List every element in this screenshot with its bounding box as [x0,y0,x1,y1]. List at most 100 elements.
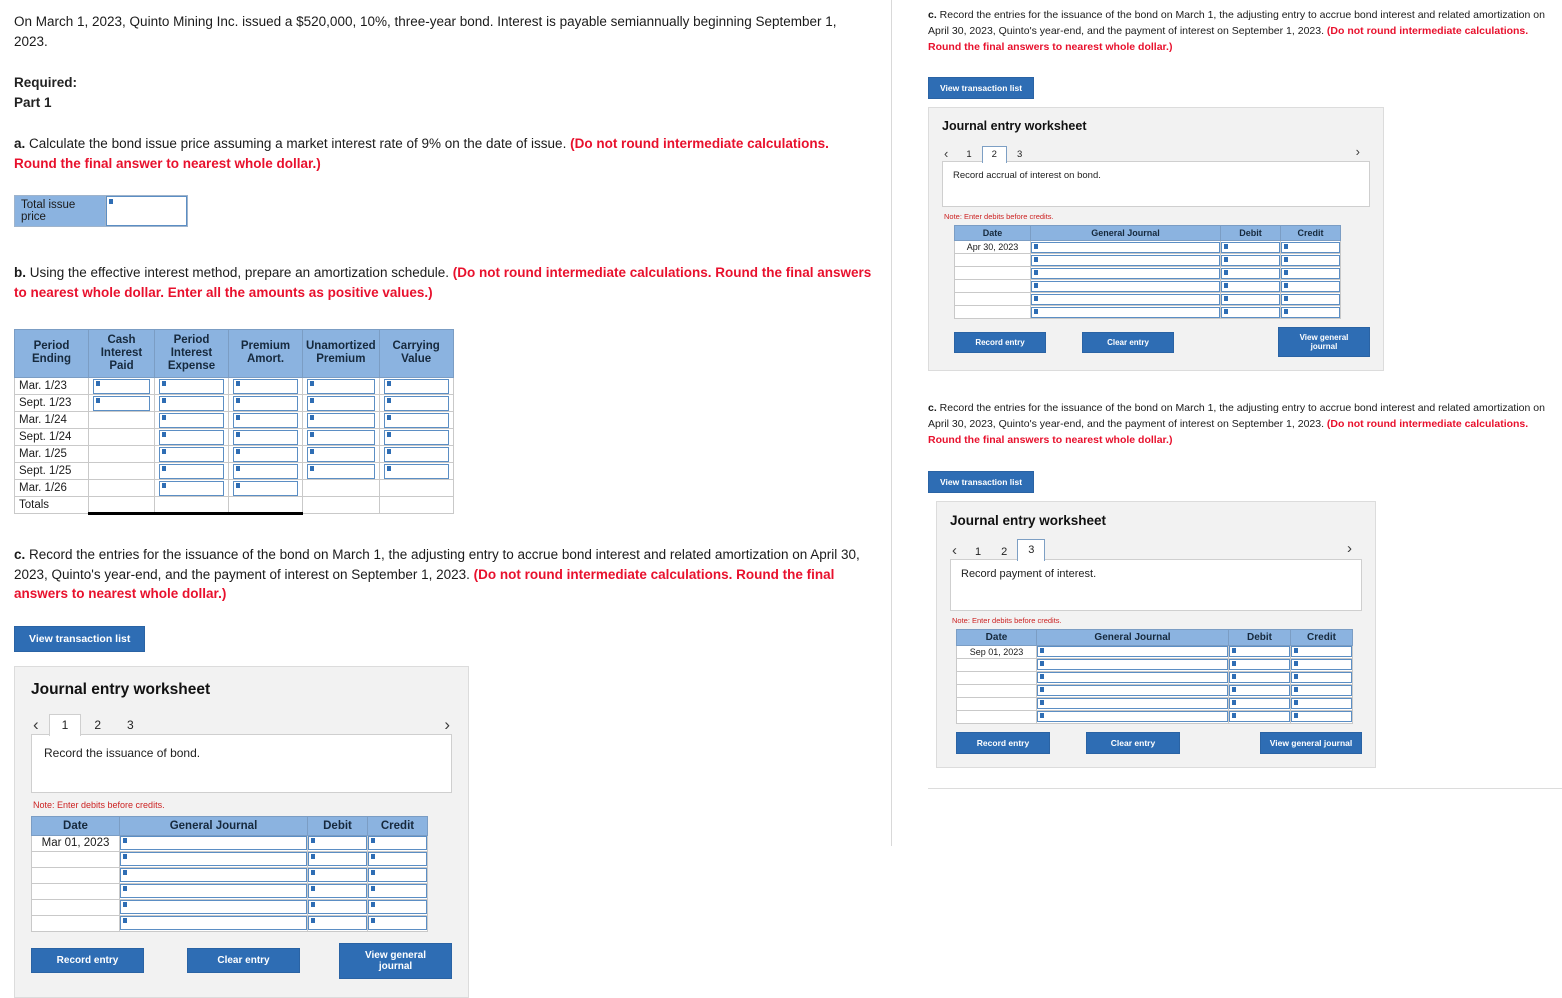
journal-3-credit-input-cell[interactable] [1290,683,1353,698]
journal-1-credit-input-cell[interactable] [367,914,428,932]
prev-tab-arrow-icon-3[interactable]: ‹ [950,543,965,560]
view-transaction-list-button-r2[interactable]: View transaction list [928,470,1035,493]
clear-entry-button-1[interactable]: Clear entry [187,948,300,974]
journal-2-general-journal-input-cell[interactable] [1030,305,1221,320]
amortization-input-cell[interactable] [302,411,380,430]
journal-1-debit-input-cell[interactable] [307,882,368,900]
amortization-input-cell[interactable] [154,445,229,464]
worksheet-tab-3-1[interactable]: 1 [965,543,991,561]
amortization-input-cell[interactable] [378,411,454,430]
journal-3-debit-input-cell[interactable] [1228,696,1291,711]
next-tab-arrow-icon-2[interactable]: › [1354,145,1368,160]
journal-3-debit-input-cell[interactable] [1228,670,1291,685]
journal-1-debit-input-cell[interactable] [307,834,368,852]
record-entry-button-1[interactable]: Record entry [31,948,144,974]
worksheet-tab-1[interactable]: 1 [48,713,82,736]
journal-3-credit-input-cell[interactable] [1290,670,1353,685]
journal-1-credit-input-cell[interactable] [367,850,428,868]
worksheet-tab-3-3[interactable]: 3 [1017,538,1046,561]
amortization-input-cell[interactable] [302,445,380,464]
amortization-input-cell[interactable] [228,479,303,498]
journal-3-credit-input-cell[interactable] [1290,696,1353,711]
next-tab-arrow-icon-1[interactable]: › [444,716,450,733]
amortization-input-cell[interactable] [154,377,229,396]
journal-3-general-journal-input-cell[interactable] [1036,683,1229,698]
prev-tab-arrow-icon-1[interactable]: ‹ [31,716,49,735]
journal-3-general-journal-input-cell[interactable] [1036,657,1229,672]
journal-1-general-journal-input-cell[interactable] [119,898,308,916]
journal-2-credit-input-cell[interactable] [1280,305,1341,320]
amortization-input-cell[interactable] [228,411,303,430]
worksheet-tab-2[interactable]: 2 [81,714,114,736]
amortization-input-cell[interactable] [228,377,303,396]
journal-2-debit-input-cell[interactable] [1220,305,1281,320]
journal-2-debit-input-cell[interactable] [1220,292,1281,307]
journal-1-credit-input-cell[interactable] [367,866,428,884]
worksheet-tab-3[interactable]: 3 [114,714,147,736]
amortization-input-cell[interactable] [88,394,155,413]
view-transaction-list-button-r1[interactable]: View transaction list [928,77,1035,100]
record-entry-button-3[interactable]: Record entry [956,731,1050,754]
clear-entry-button-2[interactable]: Clear entry [1082,331,1174,353]
journal-1-general-journal-input-cell[interactable] [119,850,308,868]
amortization-input-cell[interactable] [378,445,454,464]
journal-1-credit-input-cell[interactable] [367,898,428,916]
amortization-input-cell[interactable] [88,377,155,396]
amortization-input-cell[interactable] [228,462,303,481]
view-general-journal-button-1[interactable]: View general journal [339,942,452,979]
journal-3-debit-input-cell[interactable] [1228,657,1291,672]
prev-tab-arrow-icon-2[interactable]: ‹ [942,147,956,162]
journal-3-credit-input-cell[interactable] [1290,709,1353,724]
amortization-input-cell[interactable] [154,394,229,413]
journal-2-debit-input-cell[interactable] [1220,253,1281,268]
journal-2-general-journal-input-cell[interactable] [1030,266,1221,281]
journal-2-credit-input-cell[interactable] [1280,253,1341,268]
journal-1-debit-input-cell[interactable] [307,914,368,932]
amortization-input-cell[interactable] [302,428,380,447]
amortization-input-cell[interactable] [378,377,454,396]
amortization-input-cell[interactable] [378,394,454,413]
worksheet-tab-2-3[interactable]: 3 [1007,146,1032,163]
journal-3-general-journal-input-cell[interactable] [1036,709,1229,724]
journal-2-credit-input-cell[interactable] [1280,279,1341,294]
journal-3-debit-input-cell[interactable] [1228,709,1291,724]
journal-2-credit-input-cell[interactable] [1280,266,1341,281]
journal-2-general-journal-input-cell[interactable] [1030,279,1221,294]
journal-2-general-journal-input-cell[interactable] [1030,240,1221,255]
amortization-input-cell[interactable] [302,394,380,413]
journal-1-debit-input-cell[interactable] [307,866,368,884]
clear-entry-button-3[interactable]: Clear entry [1086,731,1180,754]
journal-1-debit-input-cell[interactable] [307,850,368,868]
journal-3-debit-input-cell[interactable] [1228,683,1291,698]
record-entry-button-2[interactable]: Record entry [954,331,1046,353]
journal-1-credit-input-cell[interactable] [367,882,428,900]
journal-1-credit-input-cell[interactable] [367,834,428,852]
journal-2-debit-input-cell[interactable] [1220,266,1281,281]
amortization-input-cell[interactable] [228,445,303,464]
journal-2-credit-input-cell[interactable] [1280,240,1341,255]
journal-1-debit-input-cell[interactable] [307,898,368,916]
journal-3-debit-input-cell[interactable] [1228,644,1291,659]
amortization-input-cell[interactable] [154,479,229,498]
journal-1-general-journal-input-cell[interactable] [119,866,308,884]
worksheet-tab-3-2[interactable]: 2 [991,543,1017,561]
next-tab-arrow-icon-3[interactable]: › [1345,541,1360,558]
journal-2-debit-input-cell[interactable] [1220,240,1281,255]
amortization-input-cell[interactable] [302,462,380,481]
journal-1-general-journal-input-cell[interactable] [119,914,308,932]
journal-2-credit-input-cell[interactable] [1280,292,1341,307]
journal-2-general-journal-input-cell[interactable] [1030,253,1221,268]
journal-2-general-journal-input-cell[interactable] [1030,292,1221,307]
view-general-journal-button-2[interactable]: View general journal [1278,327,1370,358]
amortization-input-cell[interactable] [228,428,303,447]
amortization-input-cell[interactable] [378,462,454,481]
journal-3-general-journal-input-cell[interactable] [1036,644,1229,659]
amortization-input-cell[interactable] [378,428,454,447]
journal-1-general-journal-input-cell[interactable] [119,834,308,852]
view-transaction-list-button-left[interactable]: View transaction list [14,625,146,652]
journal-3-credit-input-cell[interactable] [1290,644,1353,659]
amortization-input-cell[interactable] [154,428,229,447]
amortization-input-cell[interactable] [302,377,380,396]
total-issue-price-input[interactable] [106,196,187,227]
journal-1-general-journal-input-cell[interactable] [119,882,308,900]
